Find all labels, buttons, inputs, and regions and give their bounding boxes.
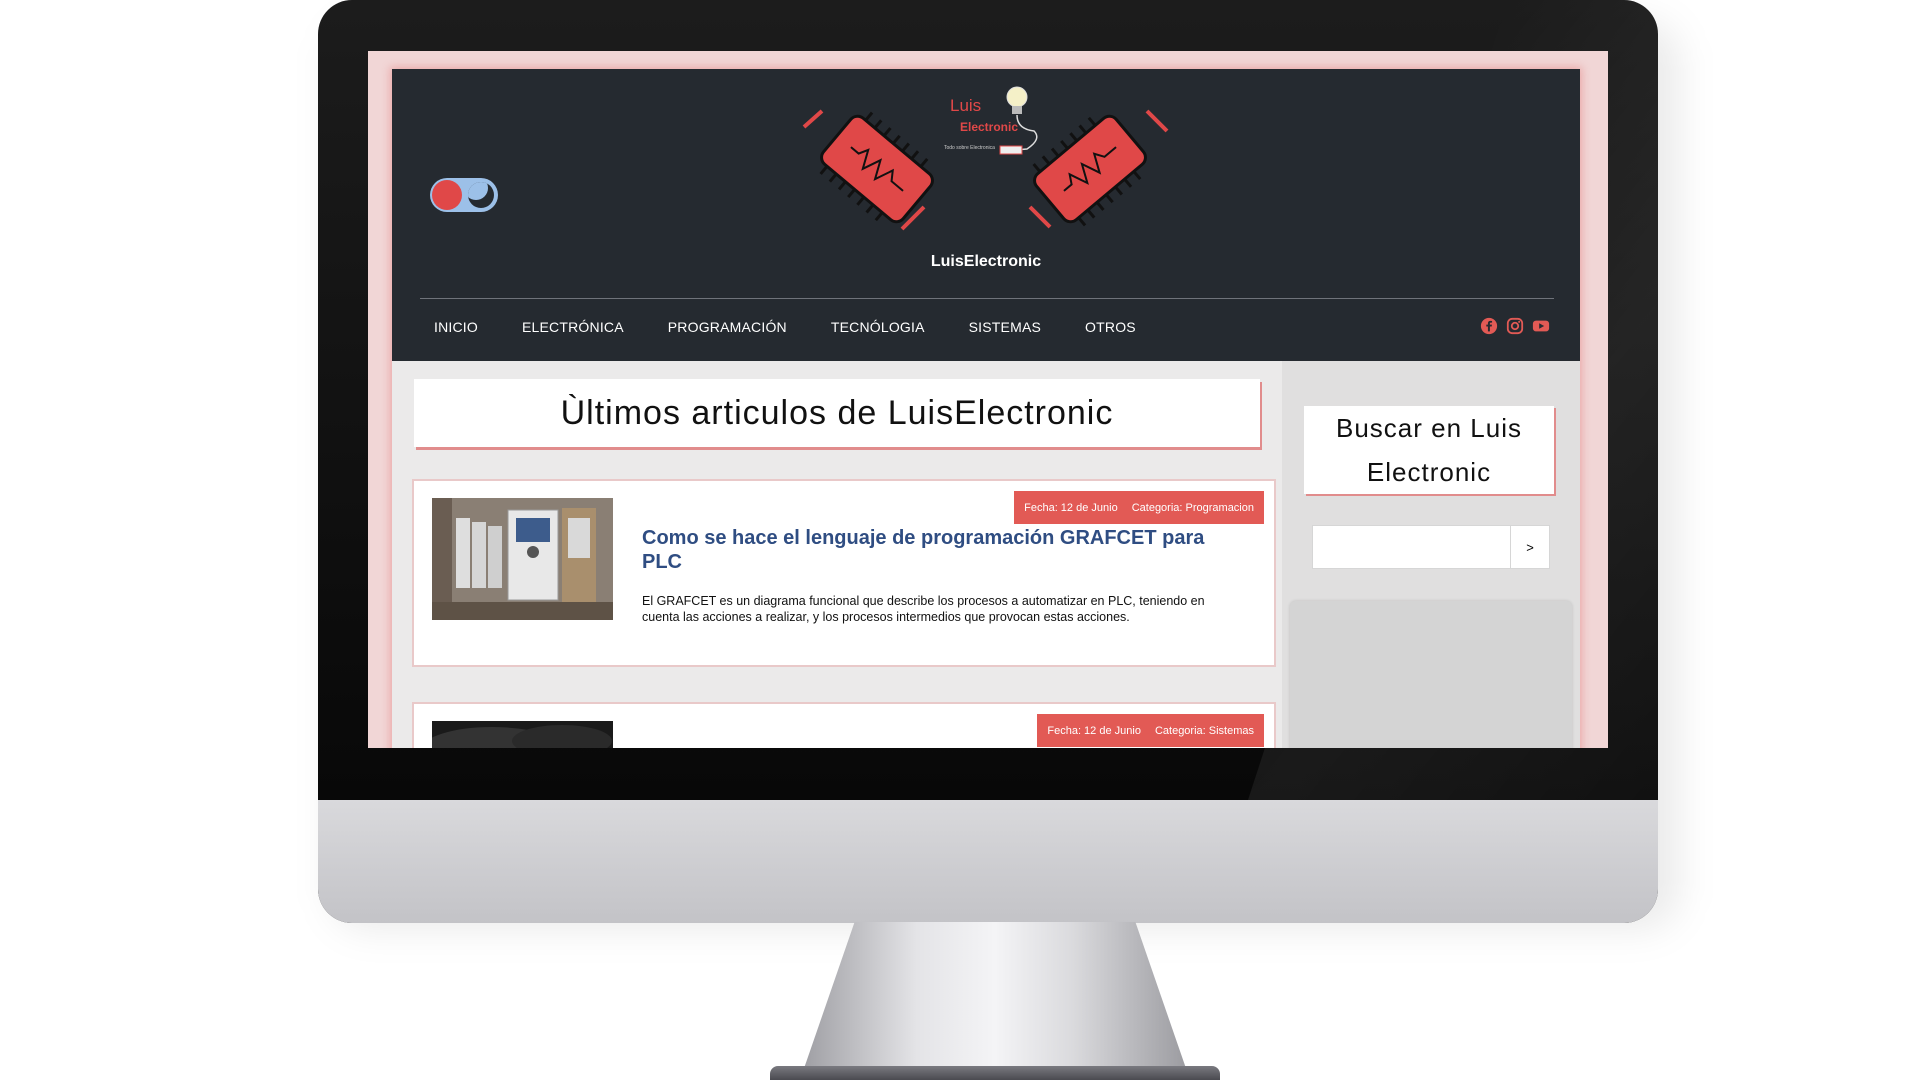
article-category[interactable]: Categoria: Sistemas (1155, 725, 1254, 737)
sidebar-widget (1290, 601, 1572, 748)
search-button[interactable]: > (1510, 526, 1549, 568)
site-header: Luis Electronic Todo sobre Electronica L… (392, 69, 1580, 361)
article-thumbnail[interactable] (432, 721, 613, 748)
svg-text:Todo sobre Electronica: Todo sobre Electronica (944, 145, 995, 151)
monitor-stand-base (770, 1066, 1220, 1080)
article-meta-badge: Fecha: 12 de Junio Categoria: Sistemas (1037, 714, 1264, 747)
main-nav: INICIO ELECTRÓNICA PROGRAMACIÓN TECNÓLOG… (434, 319, 1180, 335)
nav-item-electronica[interactable]: ELECTRÓNICA (522, 319, 624, 335)
search-title: Buscar en Luis Electronic (1336, 413, 1522, 487)
nav-item-sistemas[interactable]: SISTEMAS (969, 319, 1041, 335)
search-title-box: Buscar en Luis Electronic (1304, 406, 1554, 494)
article-date: Fecha: 12 de Junio (1024, 501, 1118, 514)
sidebar: Buscar en Luis Electronic > (1282, 361, 1580, 748)
article-excerpt: El GRAFCET es un diagrama funcional que … (642, 594, 1205, 624)
nav-item-tecnologia[interactable]: TECNÓLOGIA (831, 319, 925, 335)
facebook-icon[interactable] (1480, 317, 1498, 335)
monitor-screen: Luis Electronic Todo sobre Electronica L… (368, 51, 1608, 748)
website: Luis Electronic Todo sobre Electronica L… (392, 69, 1580, 748)
article-meta-badge: Fecha: 12 de Junio Categoria: Programaci… (1014, 491, 1264, 524)
svg-text:Luis: Luis (950, 96, 981, 115)
article-card: Fecha: 12 de Junio Categoria: Programaci… (414, 481, 1274, 665)
monitor-stand (800, 922, 1190, 1080)
site-logo[interactable]: Luis Electronic Todo sobre Electronica (802, 79, 1172, 239)
nav-item-programacion[interactable]: PROGRAMACIÓN (668, 319, 787, 335)
excerpt-spacer (432, 593, 642, 623)
search-form: > (1312, 525, 1550, 569)
search-input[interactable] (1313, 526, 1510, 568)
article-excerpt-wrap: El GRAFCET es un diagrama funcional que … (432, 593, 1232, 625)
toggle-knob (432, 180, 462, 210)
site-name: LuisElectronic (930, 253, 1042, 270)
main-title-box: Ùltimos articulos de LuisElectronic (414, 379, 1260, 447)
page-title: Ùltimos articulos de LuisElectronic (560, 393, 1114, 432)
instagram-icon[interactable] (1506, 317, 1524, 335)
nav-divider (420, 298, 1554, 299)
article-date: Fecha: 12 de Junio (1047, 724, 1141, 737)
moon-icon (468, 182, 494, 208)
nav-item-inicio[interactable]: INICIO (434, 319, 478, 335)
svg-text:Electronic: Electronic (960, 120, 1018, 134)
article-card: Fecha: 12 de Junio Categoria: Sistemas (414, 704, 1274, 748)
article-title-link[interactable]: Como se hace el lenguaje de programación… (642, 526, 1242, 574)
social-links (1480, 317, 1550, 335)
theme-toggle[interactable] (430, 178, 498, 212)
article-category[interactable]: Categoria: Programacion (1132, 502, 1254, 514)
monitor-chin (318, 800, 1658, 923)
nav-item-otros[interactable]: OTROS (1085, 319, 1136, 335)
youtube-icon[interactable] (1532, 317, 1550, 335)
